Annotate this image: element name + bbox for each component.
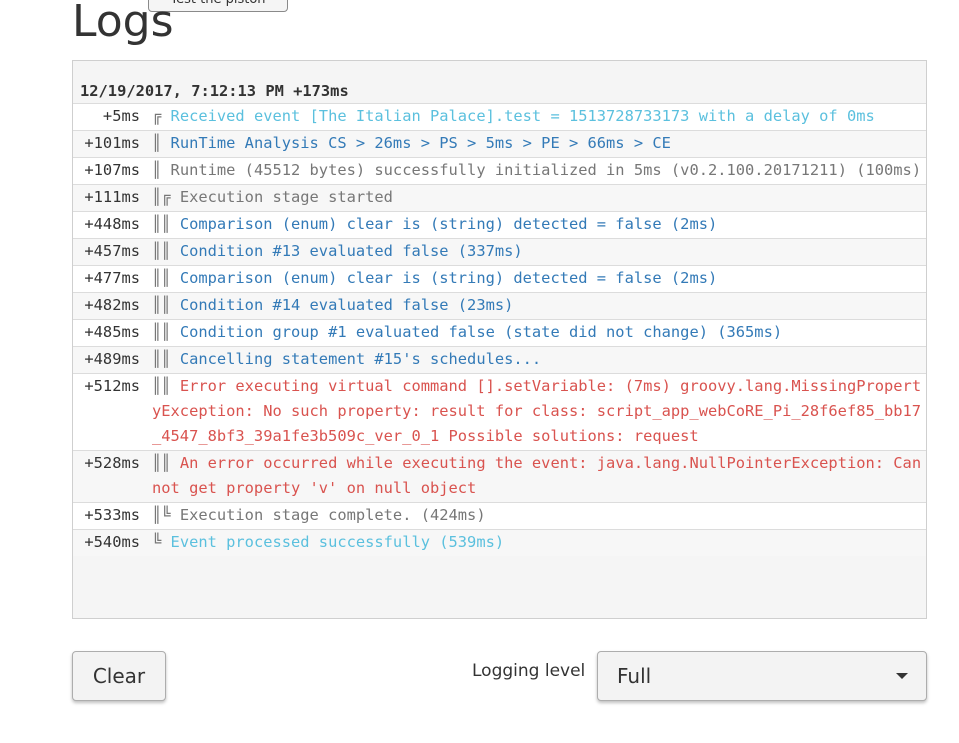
log-header: 12/19/2017, 7:12:13 PM +173ms — [80, 82, 349, 100]
log-message: Runtime (45512 bytes) successfully initi… — [170, 161, 922, 179]
clear-button[interactable]: Clear — [72, 651, 166, 701]
log-time: +540ms — [84, 533, 140, 551]
page-title: Logs — [72, 0, 174, 47]
logging-level-label: Logging level — [472, 661, 586, 681]
log-tree-glyph: ║║ — [152, 296, 180, 314]
log-message: Comparison (enum) clear is (string) dete… — [179, 269, 718, 287]
log-row: +485ms ║║ Condition group #1 evaluated f… — [73, 319, 926, 346]
log-tree-glyph: ║ — [152, 161, 171, 179]
log-message: Comparison (enum) clear is (string) dete… — [179, 215, 718, 233]
log-row: +477ms ║║ Comparison (enum) clear is (st… — [73, 265, 926, 292]
log-tree-glyph: ║║ — [152, 454, 180, 472]
log-time: +528ms — [84, 454, 140, 472]
log-tree-glyph: ║║ — [152, 350, 180, 368]
log-time: +489ms — [84, 350, 140, 368]
log-time: +111ms — [84, 188, 140, 206]
log-row: +528ms ║║ An error occurred while execut… — [73, 450, 926, 502]
log-row: +111ms ║╔ Execution stage started — [73, 184, 926, 211]
log-time: +533ms — [84, 506, 140, 524]
log-time: +512ms — [84, 377, 140, 395]
log-row: +540ms ╚ Event processed successfully (5… — [73, 529, 926, 556]
log-time: +107ms — [84, 161, 140, 179]
log-row: +489ms ║║ Cancelling statement #15's sch… — [73, 346, 926, 373]
log-row: +101ms ║ RunTime Analysis CS > 26ms > PS… — [73, 130, 926, 157]
logging-level-select[interactable]: Full — [597, 651, 927, 701]
log-row: +512ms ║║ Error executing virtual comman… — [73, 373, 926, 450]
log-tree-glyph: ║╔ — [152, 188, 180, 206]
log-row: +457ms ║║ Condition #13 evaluated false … — [73, 238, 926, 265]
log-tree-glyph: ║║ — [152, 269, 180, 287]
log-tree-glyph: ║║ — [152, 323, 180, 341]
log-list: +5ms ╔ Received event [The Italian Palac… — [73, 103, 926, 556]
log-row: +482ms ║║ Condition #14 evaluated false … — [73, 292, 926, 319]
log-tree-glyph: ║ — [152, 134, 171, 152]
log-message: Condition #13 evaluated false (337ms) — [179, 242, 523, 260]
log-row: +448ms ║║ Comparison (enum) clear is (st… — [73, 211, 926, 238]
log-panel: 12/19/2017, 7:12:13 PM +173ms +5ms ╔ Rec… — [72, 60, 927, 619]
log-tree-glyph: ╔ — [152, 107, 171, 125]
log-time: +448ms — [84, 215, 140, 233]
log-tree-glyph: ╚ — [152, 533, 171, 551]
log-time: +101ms — [84, 134, 140, 152]
log-tree-glyph: ║║ — [152, 242, 180, 260]
log-time: +457ms — [84, 242, 140, 260]
log-message: Received event [The Italian Palace].test… — [170, 107, 875, 125]
log-message: Cancelling statement #15's schedules... — [179, 350, 542, 368]
log-row: +5ms ╔ Received event [The Italian Palac… — [73, 103, 926, 130]
log-row: +107ms ║ Runtime (45512 bytes) successfu… — [73, 157, 926, 184]
log-message: Execution stage started — [179, 188, 393, 206]
log-time: +5ms — [102, 107, 140, 125]
log-message: RunTime Analysis CS > 26ms > PS > 5ms > … — [170, 134, 671, 152]
log-message: Error executing virtual command [].setVa… — [152, 377, 922, 445]
chevron-down-icon — [896, 673, 908, 679]
log-message: Condition #14 evaluated false (23ms) — [179, 296, 514, 314]
log-row: +533ms ║╚ Execution stage complete. (424… — [73, 502, 926, 529]
log-time: +482ms — [84, 296, 140, 314]
log-message: Event processed successfully (539ms) — [170, 533, 505, 551]
log-message: Execution stage complete. (424ms) — [179, 506, 486, 524]
log-time: +485ms — [84, 323, 140, 341]
log-time: +477ms — [84, 269, 140, 287]
log-message: Condition group #1 evaluated false (stat… — [179, 323, 783, 341]
log-tree-glyph: ║║ — [152, 215, 180, 233]
log-message: An error occurred while executing the ev… — [152, 454, 922, 497]
log-tree-glyph: ║║ — [152, 377, 180, 395]
logging-level-value: Full — [617, 664, 652, 688]
log-tree-glyph: ║╚ — [152, 506, 180, 524]
